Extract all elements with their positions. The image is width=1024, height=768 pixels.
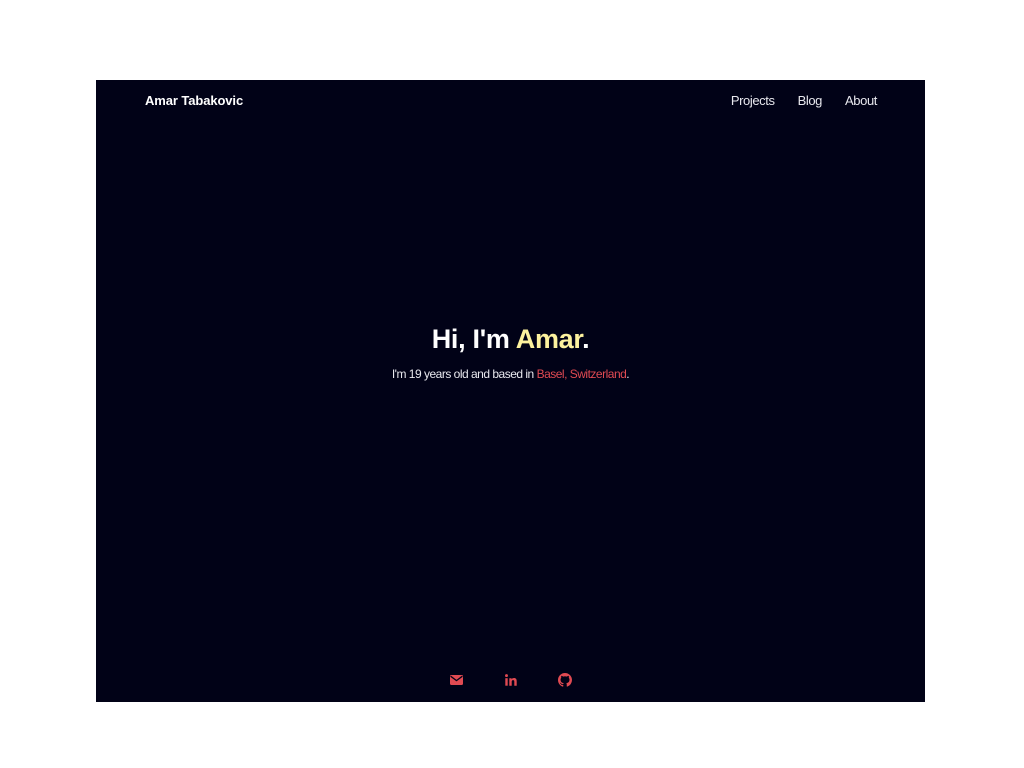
hero-subtitle-suffix: . — [626, 367, 630, 381]
nav-links: Projects Blog About — [731, 93, 878, 108]
github-link[interactable] — [557, 672, 573, 688]
linkedin-icon — [504, 674, 517, 686]
linkedin-link[interactable] — [503, 672, 519, 688]
social-links — [96, 672, 925, 688]
email-link[interactable] — [449, 672, 465, 688]
hero-greeting: Hi, I'm — [431, 324, 516, 354]
nav-link-projects[interactable]: Projects — [731, 93, 775, 108]
nav-link-blog[interactable]: Blog — [798, 93, 823, 108]
nav-link-about[interactable]: About — [845, 93, 877, 108]
hero-subtitle: I'm 19 years old and based in Basel, Swi… — [96, 366, 925, 382]
location-text: Basel, Switzerland — [536, 367, 627, 381]
hero-title: Hi, I'm Amar. — [96, 320, 925, 358]
navbar: Amar Tabakovic Projects Blog About — [96, 80, 925, 122]
brand-link[interactable]: Amar Tabakovic — [145, 93, 243, 108]
hero-section: Hi, I'm Amar. I'm 19 years old and based… — [96, 320, 925, 382]
github-icon — [557, 673, 572, 687]
hero-name: Amar — [515, 324, 583, 354]
page-viewport: Amar Tabakovic Projects Blog About Hi, I… — [96, 80, 925, 702]
hero-subtitle-prefix: I'm 19 years old and based in — [391, 367, 537, 381]
envelope-icon — [450, 675, 463, 685]
hero-greeting-end: . — [582, 324, 590, 354]
